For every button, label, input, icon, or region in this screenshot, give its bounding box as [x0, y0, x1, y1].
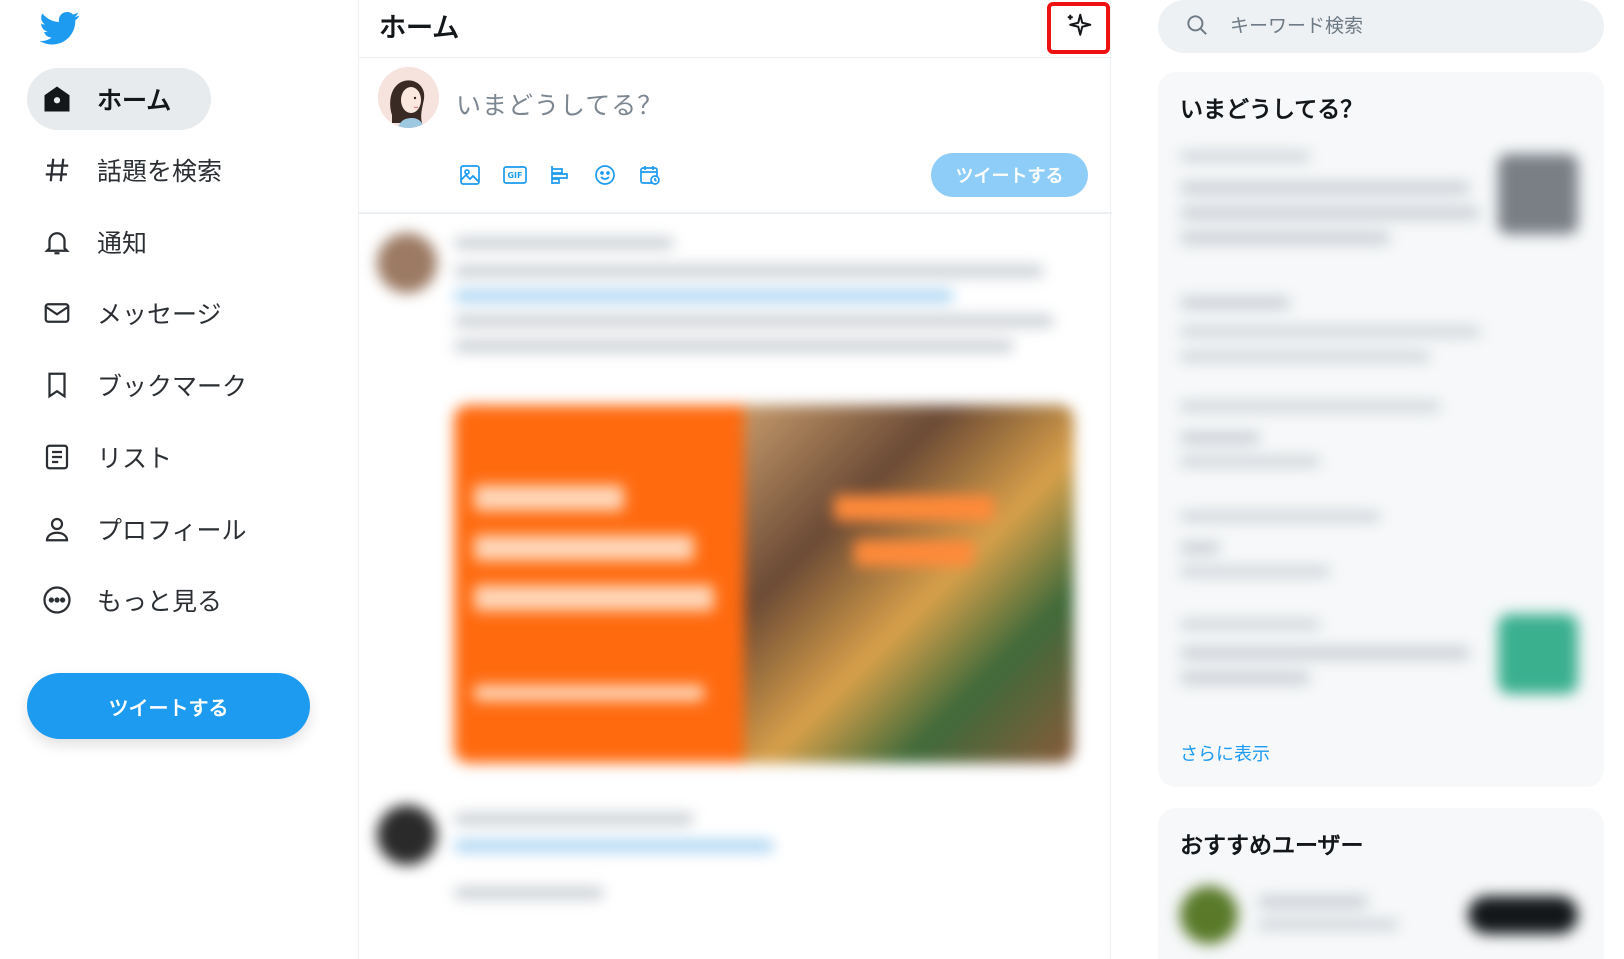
image-text: [474, 535, 694, 561]
gif-icon[interactable]: GIF: [500, 160, 530, 190]
nav-item-profile[interactable]: プロフィール: [27, 498, 265, 560]
tweet-text-line: [454, 887, 604, 899]
twitter-logo-icon[interactable]: [39, 8, 80, 48]
gif-label: GIF: [507, 171, 523, 180]
image-icon[interactable]: [455, 160, 485, 190]
main-timeline: ホーム いまどうしてる？ GIF ツイートする: [358, 0, 1112, 959]
show-more-link[interactable]: さらに表示: [1180, 740, 1270, 766]
home-icon: [41, 83, 73, 115]
compose-input[interactable]: いまどうしてる？: [456, 86, 663, 122]
timeline-feed: [359, 215, 1112, 959]
sparkle-icon: [1064, 11, 1094, 45]
search-input[interactable]: [1230, 8, 1570, 44]
image-text: [474, 485, 624, 511]
right-sidebar: いまどうしてる？: [1158, 0, 1604, 959]
bookmark-icon: [41, 369, 73, 401]
tweet-image[interactable]: [454, 405, 1074, 763]
image-text: [474, 585, 714, 611]
tweet-author: [454, 813, 694, 825]
search-bar[interactable]: [1158, 0, 1604, 53]
tweet-text-line: [454, 315, 1054, 327]
trends-title: いまどうしてる？: [1180, 97, 1364, 123]
bell-icon: [41, 226, 73, 258]
search-icon: [1184, 12, 1210, 38]
tweet-text-line: [454, 265, 1044, 277]
tweet-avatar: [377, 805, 437, 865]
trends-panel: いまどうしてる？ さらに表示: [1158, 72, 1604, 787]
nav-label-profile: プロフィール: [97, 516, 247, 545]
envelope-icon: [41, 297, 73, 329]
nav-item-notifications[interactable]: 通知: [27, 211, 165, 273]
compose-tweet-button[interactable]: ツイートする: [931, 153, 1088, 197]
nav-label-bookmarks: ブックマーク: [97, 372, 248, 401]
nav-label-home: ホーム: [97, 86, 172, 115]
emoji-icon[interactable]: [590, 160, 620, 190]
left-navigation: ホーム 話題を検索 通知 メッセージ ブックマーク リスト プロフィール もっと…: [0, 0, 360, 959]
compose-divider: [359, 212, 1112, 214]
nav-item-lists[interactable]: リスト: [27, 426, 190, 488]
suggested-users-panel: おすすめユーザー: [1158, 808, 1604, 959]
more-circle-icon: [41, 584, 73, 616]
image-text: [834, 495, 994, 521]
tweet-button[interactable]: ツイートする: [27, 673, 310, 739]
nav-label-explore: 話題を検索: [97, 157, 223, 186]
compose-toolbar: GIF: [455, 160, 680, 190]
suggest-title: おすすめユーザー: [1180, 833, 1364, 859]
schedule-icon[interactable]: [635, 160, 665, 190]
nav-label-more: もっと見る: [97, 587, 223, 616]
tweet-avatar: [377, 233, 437, 293]
header-divider: [359, 57, 1112, 58]
page-title: ホーム: [379, 13, 460, 44]
avatar[interactable]: [378, 67, 439, 128]
person-icon: [41, 513, 73, 545]
tweet-author: [454, 237, 674, 249]
tweet-link-line: [454, 840, 774, 852]
nav-label-lists: リスト: [97, 444, 173, 473]
nav-item-more[interactable]: もっと見る: [27, 569, 240, 631]
nav-item-messages[interactable]: メッセージ: [27, 282, 240, 344]
list-icon: [41, 441, 73, 473]
nav-item-home[interactable]: ホーム: [27, 68, 211, 130]
image-text: [854, 540, 974, 566]
image-banner: [454, 405, 774, 763]
nav-label-messages: メッセージ: [97, 300, 222, 329]
nav-item-explore[interactable]: 話題を検索: [27, 139, 240, 201]
nav-label-notifications: 通知: [97, 229, 148, 258]
top-tweets-toggle-button[interactable]: [1047, 2, 1110, 54]
tweet-text-line: [454, 340, 1014, 352]
image-photo: [744, 405, 1074, 763]
tweet-link-line: [454, 290, 954, 302]
nav-item-bookmarks[interactable]: ブックマーク: [27, 354, 265, 416]
hashtag-icon: [41, 154, 73, 186]
poll-icon[interactable]: [545, 160, 575, 190]
image-text: [474, 685, 704, 701]
